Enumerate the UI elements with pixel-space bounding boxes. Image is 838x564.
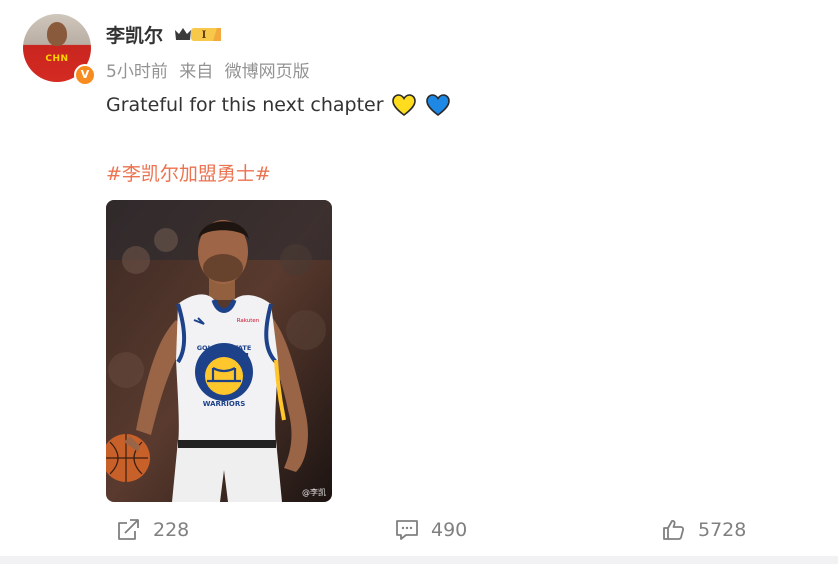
repost-icon (118, 519, 139, 540)
comment-button[interactable]: 490 (395, 516, 467, 544)
badge-level: I (202, 30, 207, 41)
post-meta: 5小时前 来自 微博网页版 (106, 57, 316, 82)
avatar-jersey-text: CHN (45, 54, 69, 64)
yellow-heart-icon (392, 94, 416, 117)
jersey-team2-text: WARRIORS (203, 400, 246, 408)
jersey-sponsor: Rakuten (237, 318, 260, 324)
repost-button[interactable]: 228 (117, 516, 189, 544)
card-bottom-divider (0, 556, 838, 564)
repost-count: 228 (153, 519, 190, 541)
comment-icon (396, 520, 418, 540)
blue-heart-icon (426, 94, 450, 117)
jersey-number: 1 (244, 352, 251, 363)
like-count: 5728 (698, 519, 747, 541)
comment-count: 490 (431, 519, 468, 541)
verified-badge-icon: V (74, 64, 96, 86)
post-source[interactable]: 微博网页版 (225, 62, 310, 82)
jersey-team-text: GOLDEN STATE (197, 344, 252, 352)
post-photo[interactable]: GOLDEN STATE WARRIORS 1 Rakuten @李凯 (106, 200, 332, 502)
avatar-head (47, 22, 67, 46)
post-time[interactable]: 5小时前 (106, 62, 168, 82)
thumbs-up-icon (663, 520, 685, 540)
post-text: Grateful for this next chapter (106, 94, 384, 116)
vip-crown-badge-icon[interactable]: I (173, 24, 223, 44)
username[interactable]: 李凯尔 (106, 21, 163, 48)
photo-watermark: @李凯 (302, 488, 326, 497)
hashtag-link[interactable]: #李凯尔加盟勇士# (106, 159, 271, 186)
avatar[interactable]: CHN V (23, 14, 96, 86)
emoji-group (392, 93, 452, 123)
source-prefix: 来自 (179, 62, 214, 82)
like-button[interactable]: 5728 (662, 516, 746, 544)
